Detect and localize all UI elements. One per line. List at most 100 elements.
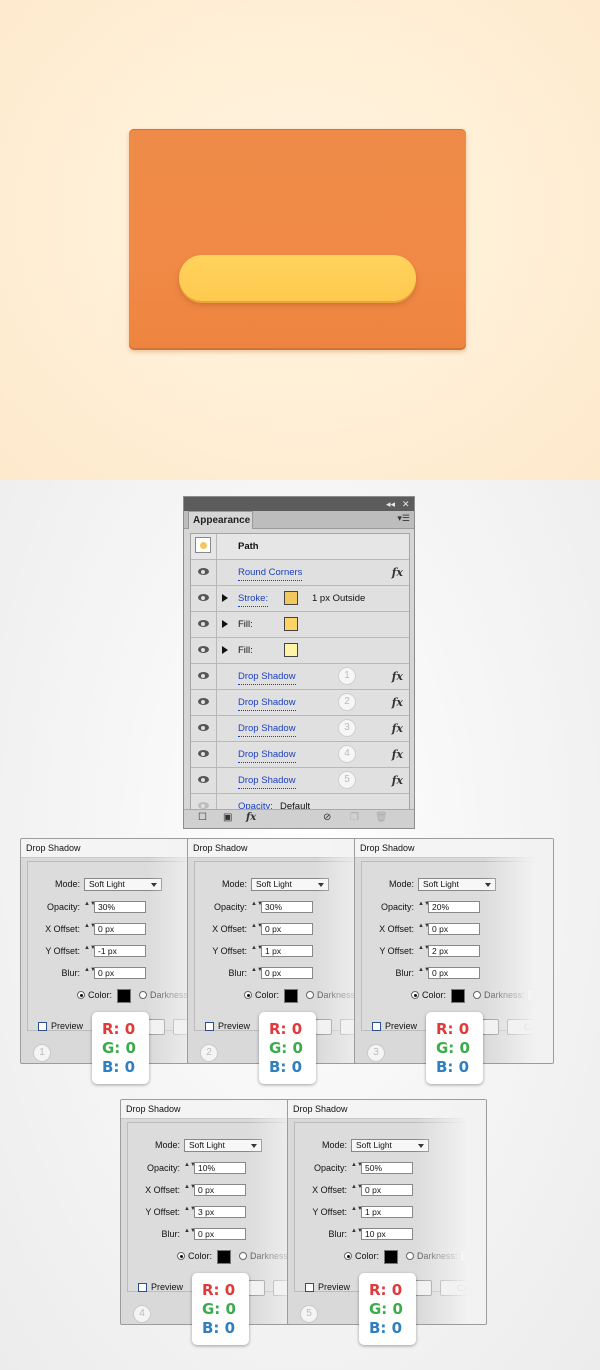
preview-checkbox[interactable] [38, 1022, 47, 1031]
eye-icon[interactable] [198, 568, 209, 575]
stroke-label[interactable]: Stroke: [238, 592, 269, 607]
fill-color-swatch[interactable] [284, 617, 298, 631]
appearance-row-fill[interactable]: Fill: [191, 612, 409, 638]
collapse-icon[interactable]: ◂◂ [386, 497, 395, 511]
panel-menu-icon[interactable]: ▾☰ [397, 513, 410, 524]
shadow-color-swatch[interactable] [284, 989, 298, 1003]
color-radio[interactable] [77, 991, 85, 999]
x-offset-input[interactable]: 0 px [194, 1184, 246, 1196]
eye-icon[interactable] [198, 802, 209, 809]
eye-icon[interactable] [198, 594, 209, 601]
spinner-arrows-icon[interactable]: ▲▼ [418, 923, 430, 935]
blur-input[interactable]: 0 px [261, 967, 313, 979]
y-offset-input[interactable]: 1 px [261, 945, 313, 957]
eye-icon[interactable] [198, 698, 209, 705]
new-fill-icon[interactable]: ▣ [223, 812, 232, 823]
duplicate-item-icon[interactable]: ❐ [350, 812, 359, 823]
appearance-row-shadow[interactable]: Drop Shadow 3 fx [191, 716, 409, 742]
color-radio[interactable] [244, 991, 252, 999]
darkness-radio[interactable] [306, 991, 314, 999]
spinner-arrows-icon[interactable]: ▲▼ [184, 1184, 196, 1196]
spinner-arrows-icon[interactable]: ▲▼ [251, 901, 263, 913]
spinner-arrows-icon[interactable]: ▲▼ [84, 923, 96, 935]
shadow-color-swatch[interactable] [117, 989, 131, 1003]
spinner-arrows-icon[interactable]: ▲▼ [251, 923, 263, 935]
eye-icon[interactable] [198, 672, 209, 679]
y-offset-input[interactable]: 1 px [361, 1206, 413, 1218]
spinner-arrows-icon[interactable]: ▲▼ [351, 1228, 363, 1240]
shadow-color-swatch[interactable] [451, 989, 465, 1003]
color-radio[interactable] [177, 1252, 185, 1260]
x-offset-input[interactable]: 0 px [361, 1184, 413, 1196]
fx-icon[interactable]: fx [392, 742, 403, 767]
darkness-radio[interactable] [239, 1252, 247, 1260]
appearance-row-path[interactable]: Path [191, 534, 409, 560]
stroke-color-swatch[interactable] [284, 591, 298, 605]
appearance-row-shadow[interactable]: Drop Shadow 4 fx [191, 742, 409, 768]
shadow-label[interactable]: Drop Shadow [238, 774, 296, 789]
blur-input[interactable]: 0 px [94, 967, 146, 979]
appearance-row-shadow[interactable]: Drop Shadow 1 fx [191, 664, 409, 690]
appearance-row-stroke[interactable]: Stroke: 1 px Outside [191, 586, 409, 612]
spinner-arrows-icon[interactable]: ▲▼ [184, 1228, 196, 1240]
blur-input[interactable]: 10 px [361, 1228, 413, 1240]
spinner-arrows-icon[interactable]: ▲▼ [418, 901, 430, 913]
spinner-arrows-icon[interactable]: ▲▼ [84, 967, 96, 979]
x-offset-input[interactable]: 0 px [428, 923, 480, 935]
eye-icon[interactable] [198, 646, 209, 653]
spinner-arrows-icon[interactable]: ▲▼ [184, 1162, 196, 1174]
preview-checkbox[interactable] [305, 1283, 314, 1292]
expand-arrow-icon[interactable] [222, 646, 228, 654]
darkness-radio[interactable] [139, 991, 147, 999]
eye-icon[interactable] [198, 724, 209, 731]
expand-arrow-icon[interactable] [222, 620, 228, 628]
x-offset-input[interactable]: 0 px [94, 923, 146, 935]
fx-icon[interactable]: fx [392, 716, 403, 741]
y-offset-input[interactable]: -1 px [94, 945, 146, 957]
clear-appearance-icon[interactable]: ⊘ [323, 812, 331, 823]
spinner-arrows-icon[interactable]: ▲▼ [251, 967, 263, 979]
appearance-row-shadow[interactable]: Drop Shadow 2 fx [191, 690, 409, 716]
spinner-arrows-icon[interactable]: ▲▼ [351, 1206, 363, 1218]
blur-input[interactable]: 0 px [428, 967, 480, 979]
fx-icon[interactable]: fx [392, 690, 403, 715]
shadow-label[interactable]: Drop Shadow [238, 722, 296, 737]
spinner-arrows-icon[interactable]: ▲▼ [251, 945, 263, 957]
color-radio[interactable] [344, 1252, 352, 1260]
x-offset-input[interactable]: 0 px [261, 923, 313, 935]
expand-arrow-icon[interactable] [222, 594, 228, 602]
opacity-input[interactable]: 30% [94, 901, 146, 913]
effect-label[interactable]: Round Corners [238, 566, 303, 581]
preview-checkbox[interactable] [205, 1022, 214, 1031]
fx-icon[interactable]: fx [392, 560, 403, 585]
new-stroke-icon[interactable]: ☐ [198, 812, 207, 823]
shadow-label[interactable]: Drop Shadow [238, 696, 296, 711]
shadow-color-swatch[interactable] [217, 1250, 231, 1264]
fill-color-swatch[interactable] [284, 643, 298, 657]
spinner-arrows-icon[interactable]: ▲▼ [84, 945, 96, 957]
opacity-input[interactable]: 20% [428, 901, 480, 913]
opacity-input[interactable]: 30% [261, 901, 313, 913]
eye-icon[interactable] [198, 750, 209, 757]
spinner-arrows-icon[interactable]: ▲▼ [418, 967, 430, 979]
y-offset-input[interactable]: 2 px [428, 945, 480, 957]
eye-icon[interactable] [198, 776, 209, 783]
eye-icon[interactable] [198, 620, 209, 627]
appearance-row-fill[interactable]: Fill: [191, 638, 409, 664]
spinner-arrows-icon[interactable]: ▲▼ [351, 1162, 363, 1174]
opacity-input[interactable]: 50% [361, 1162, 413, 1174]
y-offset-input[interactable]: 3 px [194, 1206, 246, 1218]
shadow-label[interactable]: Drop Shadow [238, 670, 296, 685]
fx-icon[interactable]: fx [392, 664, 403, 689]
opacity-input[interactable]: 10% [194, 1162, 246, 1174]
appearance-row-shadow[interactable]: Drop Shadow 5 fx [191, 768, 409, 794]
darkness-radio[interactable] [473, 991, 481, 999]
tab-appearance[interactable]: Appearance [188, 511, 253, 529]
spinner-arrows-icon[interactable]: ▲▼ [84, 901, 96, 913]
spinner-arrows-icon[interactable]: ▲▼ [184, 1206, 196, 1218]
shadow-label[interactable]: Drop Shadow [238, 748, 296, 763]
shadow-color-swatch[interactable] [384, 1250, 398, 1264]
fx-icon[interactable]: fx [392, 768, 403, 793]
preview-checkbox[interactable] [138, 1283, 147, 1292]
trash-icon[interactable]: 🗑 [375, 812, 388, 823]
